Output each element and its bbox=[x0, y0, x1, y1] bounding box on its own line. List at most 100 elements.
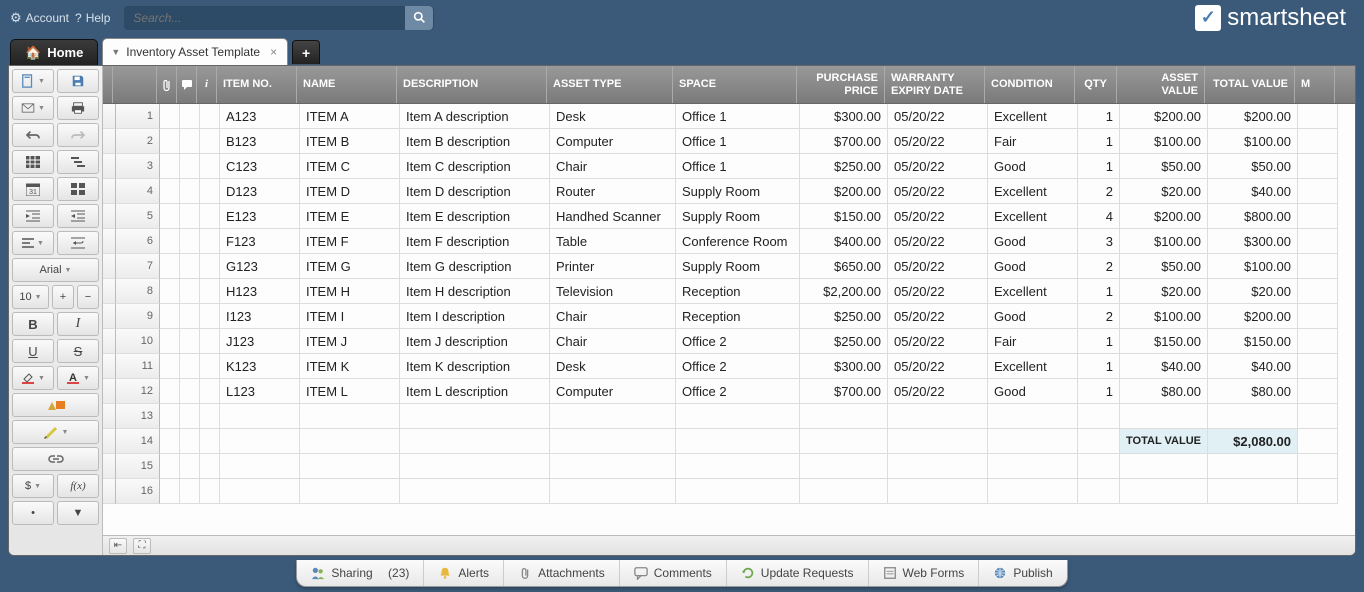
condition-cell[interactable]: Good bbox=[988, 379, 1078, 404]
rownum-cell[interactable]: 6 bbox=[116, 229, 160, 254]
space-cell[interactable]: Office 2 bbox=[676, 354, 800, 379]
sheet-tab[interactable]: ▼ Inventory Asset Template × bbox=[102, 38, 288, 65]
type-cell[interactable]: Chair bbox=[550, 154, 676, 179]
grid-body[interactable]: 1A123ITEM AItem A descriptionDeskOffice … bbox=[103, 104, 1355, 535]
formula-button[interactable]: f(x) bbox=[57, 474, 99, 498]
warranty-cell[interactable]: 05/20/22 bbox=[888, 354, 988, 379]
warranty-cell[interactable]: 05/20/22 bbox=[888, 154, 988, 179]
qty-cell[interactable]: 2 bbox=[1078, 179, 1120, 204]
name-cell[interactable]: ITEM K bbox=[300, 354, 400, 379]
warranty-cell[interactable]: 05/20/22 bbox=[888, 279, 988, 304]
qty-cell[interactable]: 1 bbox=[1078, 354, 1120, 379]
qty-cell[interactable]: 1 bbox=[1078, 279, 1120, 304]
name-cell[interactable]: ITEM I bbox=[300, 304, 400, 329]
name-cell[interactable] bbox=[300, 479, 400, 504]
close-tab-icon[interactable]: × bbox=[270, 45, 277, 59]
help-link[interactable]: ?Help bbox=[75, 11, 110, 25]
price-cell[interactable] bbox=[800, 404, 888, 429]
desc-cell[interactable]: Item E description bbox=[400, 204, 550, 229]
condition-cell[interactable]: Excellent bbox=[988, 179, 1078, 204]
attach-cell[interactable] bbox=[160, 129, 180, 154]
undo-button[interactable] bbox=[12, 123, 54, 147]
totalvalue-cell[interactable]: $100.00 bbox=[1208, 254, 1298, 279]
expand-cell[interactable] bbox=[103, 129, 116, 154]
publish-button[interactable]: Publish bbox=[979, 560, 1066, 586]
type-cell[interactable]: Printer bbox=[550, 254, 676, 279]
name-cell[interactable]: ITEM J bbox=[300, 329, 400, 354]
condition-cell[interactable]: Fair bbox=[988, 329, 1078, 354]
sharing-button[interactable]: Sharing (23) bbox=[297, 560, 424, 586]
totalvalue-cell[interactable] bbox=[1208, 479, 1298, 504]
qty-cell[interactable]: 2 bbox=[1078, 254, 1120, 279]
attach-cell[interactable] bbox=[160, 254, 180, 279]
qty-cell[interactable] bbox=[1078, 429, 1120, 454]
last-cell[interactable] bbox=[1298, 329, 1338, 354]
info-cell[interactable] bbox=[200, 404, 220, 429]
item-cell[interactable]: D123 bbox=[220, 179, 300, 204]
last-cell[interactable] bbox=[1298, 204, 1338, 229]
attach-cell[interactable] bbox=[160, 379, 180, 404]
attach-cell[interactable] bbox=[160, 279, 180, 304]
comment-cell[interactable] bbox=[180, 379, 200, 404]
price-cell[interactable] bbox=[800, 454, 888, 479]
type-cell[interactable]: Router bbox=[550, 179, 676, 204]
col-purchase-price[interactable]: PURCHASE PRICE bbox=[797, 66, 885, 103]
print-button[interactable] bbox=[57, 96, 99, 120]
rownum-cell[interactable]: 13 bbox=[116, 404, 160, 429]
font-size-select[interactable]: 10▼ bbox=[12, 285, 49, 309]
info-cell[interactable] bbox=[200, 279, 220, 304]
expand-cell[interactable] bbox=[103, 304, 116, 329]
name-cell[interactable]: ITEM B bbox=[300, 129, 400, 154]
desc-cell[interactable]: Item B description bbox=[400, 129, 550, 154]
last-cell[interactable] bbox=[1298, 429, 1338, 454]
rownum-cell[interactable]: 3 bbox=[116, 154, 160, 179]
warranty-cell[interactable]: 05/20/22 bbox=[888, 329, 988, 354]
totalvalue-cell[interactable]: $150.00 bbox=[1208, 329, 1298, 354]
assetvalue-cell[interactable] bbox=[1120, 454, 1208, 479]
last-cell[interactable] bbox=[1298, 129, 1338, 154]
rownum-cell[interactable]: 9 bbox=[116, 304, 160, 329]
underline-button[interactable]: U bbox=[12, 339, 54, 363]
info-cell[interactable] bbox=[200, 229, 220, 254]
rownum-cell[interactable]: 16 bbox=[116, 479, 160, 504]
expand-cell[interactable] bbox=[103, 154, 116, 179]
item-cell[interactable]: L123 bbox=[220, 379, 300, 404]
condition-cell[interactable]: Excellent bbox=[988, 204, 1078, 229]
info-cell[interactable] bbox=[200, 479, 220, 504]
expand-cell[interactable] bbox=[103, 379, 116, 404]
item-cell[interactable]: E123 bbox=[220, 204, 300, 229]
totalvalue-cell[interactable]: $200.00 bbox=[1208, 104, 1298, 129]
rownum-cell[interactable]: 11 bbox=[116, 354, 160, 379]
expand-cell[interactable] bbox=[103, 279, 116, 304]
price-cell[interactable]: $300.00 bbox=[800, 354, 888, 379]
name-cell[interactable]: ITEM A bbox=[300, 104, 400, 129]
name-cell[interactable]: ITEM F bbox=[300, 229, 400, 254]
attach-col[interactable] bbox=[157, 66, 177, 103]
qty-cell[interactable]: 1 bbox=[1078, 329, 1120, 354]
desc-cell[interactable] bbox=[400, 479, 550, 504]
link-button[interactable] bbox=[12, 447, 99, 471]
desc-cell[interactable]: Item F description bbox=[400, 229, 550, 254]
space-cell[interactable]: Office 2 bbox=[676, 329, 800, 354]
col-condition[interactable]: CONDITION bbox=[985, 66, 1075, 103]
home-tab[interactable]: 🏠 Home bbox=[10, 39, 98, 65]
account-link[interactable]: ⚙Account bbox=[10, 10, 69, 26]
name-cell[interactable]: ITEM D bbox=[300, 179, 400, 204]
expand-cell[interactable] bbox=[103, 479, 116, 504]
item-cell[interactable]: H123 bbox=[220, 279, 300, 304]
attach-cell[interactable] bbox=[160, 104, 180, 129]
expand-cell[interactable] bbox=[103, 454, 116, 479]
add-tab-button[interactable]: + bbox=[292, 40, 320, 64]
rownum-cell[interactable]: 14 bbox=[116, 429, 160, 454]
info-col[interactable]: i bbox=[197, 66, 217, 103]
last-cell[interactable] bbox=[1298, 479, 1338, 504]
warranty-cell[interactable] bbox=[888, 479, 988, 504]
fill-color-button[interactable]: ▼ bbox=[12, 366, 54, 390]
comment-cell[interactable] bbox=[180, 454, 200, 479]
totalvalue-cell[interactable]: $50.00 bbox=[1208, 154, 1298, 179]
item-cell[interactable]: K123 bbox=[220, 354, 300, 379]
item-cell[interactable]: A123 bbox=[220, 104, 300, 129]
space-cell[interactable]: Supply Room bbox=[676, 204, 800, 229]
warranty-cell[interactable] bbox=[888, 429, 988, 454]
expand-cell[interactable] bbox=[103, 354, 116, 379]
